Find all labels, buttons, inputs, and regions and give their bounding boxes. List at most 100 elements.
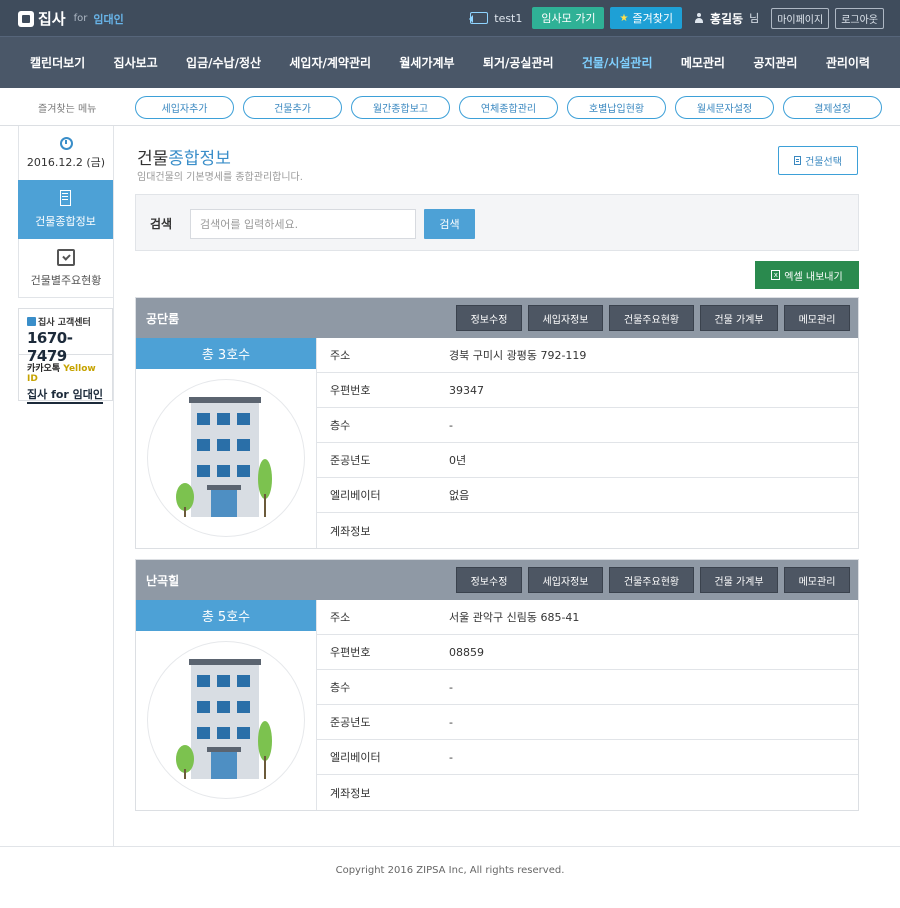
info-label: 엘리베이터 <box>330 751 381 764</box>
kakao-line: 카카오톡 Yellow ID <box>27 361 104 384</box>
select-building-label: 건물선택 <box>805 157 842 168</box>
building-name: 난곡힐 <box>146 574 180 588</box>
tenant-info-button[interactable]: 세입자정보 <box>528 305 603 331</box>
edit-info-button[interactable]: 정보수정 <box>456 567 522 593</box>
house-logo-icon <box>18 10 34 27</box>
building-illustration <box>147 379 305 537</box>
sidebar-item-building-info[interactable]: 건물종합정보 <box>18 180 113 239</box>
info-value: - <box>449 680 453 694</box>
sidebar-item-label: 건물종합정보 <box>35 215 96 228</box>
go-community-button[interactable]: 임사모 가기 <box>532 7 605 29</box>
favorite-button[interactable]: ★ 즐겨찾기 <box>610 7 682 29</box>
info-row: 우편번호 39347 <box>317 373 858 408</box>
clock-icon <box>59 136 73 150</box>
info-value: - <box>449 750 453 764</box>
nav-item[interactable]: 월세가계부 <box>399 54 454 71</box>
kakao-prefix: 카카오톡 <box>27 364 61 374</box>
excel-icon: x <box>771 270 781 280</box>
nav-item[interactable]: 세입자/계약관리 <box>289 54 371 71</box>
info-value: 경북 구미시 광평동 792-119 <box>449 349 587 362</box>
building-summary: 총 3호수 <box>136 338 316 548</box>
megaphone-icon[interactable] <box>469 12 489 24</box>
edit-info-button[interactable]: 정보수정 <box>456 305 522 331</box>
user-id: test1 <box>494 11 523 25</box>
building-ledger-button[interactable]: 건물 가계부 <box>700 567 778 593</box>
nav-item[interactable]: 관리이력 <box>826 54 870 71</box>
building-status-button[interactable]: 건물주요현황 <box>609 305 694 331</box>
favorite-item[interactable]: 호별납입현황 <box>567 96 666 119</box>
search-button[interactable]: 검색 <box>424 209 475 239</box>
favorite-item[interactable]: 건물추가 <box>243 96 342 119</box>
page-title: 건물종합정보 <box>137 144 231 169</box>
main-content: 건물종합정보 임대건물의 기본명세를 종합관리합니다. 건물선택 검색 검색 x… <box>114 126 881 846</box>
favorites-bar: 즐겨찾는 메뉴 세입자추가 건물추가 월간종합보고 연체종합관리 호별납입현황 … <box>0 88 900 126</box>
unit-count: 총 5호수 <box>136 600 316 631</box>
kakao-account-name: 집사 for 임대인 <box>27 386 104 404</box>
page-subtitle: 임대건물의 기본명세를 종합관리합니다. <box>137 172 303 183</box>
building-icon <box>60 190 71 206</box>
building-illustration-icon <box>176 659 272 779</box>
search-input[interactable] <box>190 209 416 239</box>
tenant-info-button[interactable]: 세입자정보 <box>528 567 603 593</box>
calendar-check-icon <box>57 248 75 266</box>
logout-button[interactable]: 로그아웃 <box>835 7 884 29</box>
nav-item[interactable]: 입금/수납/정산 <box>186 54 261 71</box>
info-label: 층수 <box>330 419 351 432</box>
favorite-item[interactable]: 월간종합보고 <box>351 96 450 119</box>
favorites-list: 세입자추가 건물추가 월간종합보고 연체종합관리 호별납입현황 월세문자설정 결… <box>135 96 882 119</box>
building-card-header: 공단룸 정보수정 세입자정보 건물주요현황 건물 가계부 메모관리 <box>136 298 858 338</box>
memo-button[interactable]: 메모관리 <box>784 305 850 331</box>
info-value: 없음 <box>449 489 470 502</box>
favorite-item[interactable]: 세입자추가 <box>135 96 234 119</box>
sidebar-item-building-status[interactable]: 건물별주요현황 <box>18 239 113 298</box>
info-label: 우편번호 <box>330 646 371 659</box>
excel-export-label: 엑셀 내보내기 <box>784 271 843 283</box>
user-suffix: 님 <box>749 12 760 25</box>
top-right-controls: test1 임사모 가기 ★ 즐겨찾기 홍길동 님 마이페이지 로그아웃 <box>469 7 884 29</box>
top-bar: 집사 for 임대인 test1 임사모 가기 ★ 즐겨찾기 홍길동 님 마이페… <box>0 0 900 36</box>
favorite-item[interactable]: 연체종합관리 <box>459 96 558 119</box>
info-label: 엘리베이터 <box>330 489 381 502</box>
mypage-button[interactable]: 마이페이지 <box>771 7 830 29</box>
star-icon: ★ <box>619 12 629 24</box>
unit-count: 총 3호수 <box>136 338 316 369</box>
excel-export-button[interactable]: x 엑셀 내보내기 <box>755 261 859 289</box>
select-building-button[interactable]: 건물선택 <box>778 146 858 175</box>
nav-item[interactable]: 캘린더보기 <box>30 54 85 71</box>
logo-for: for <box>73 13 88 24</box>
logo-sub: 임대인 <box>93 12 124 26</box>
favorite-item[interactable]: 결제설정 <box>783 96 882 119</box>
info-value: - <box>449 418 453 432</box>
nav-item[interactable]: 집사보고 <box>114 54 158 71</box>
logo-text: 집사 <box>38 10 66 28</box>
info-label: 준공년도 <box>330 716 371 729</box>
info-row: 엘리베이터 없음 <box>317 478 858 513</box>
building-info-table: 주소 경북 구미시 광평동 792-119 우편번호 39347 층수 - 준공년도 0… <box>316 338 858 548</box>
logo[interactable]: 집사 for 임대인 <box>18 8 124 29</box>
favorite-item[interactable]: 월세문자설정 <box>675 96 774 119</box>
document-icon <box>794 156 802 165</box>
building-card: 난곡힐 정보수정 세입자정보 건물주요현황 건물 가계부 메모관리 총 5호수 <box>135 559 859 811</box>
nav-item[interactable]: 퇴거/공실관리 <box>483 54 554 71</box>
building-ledger-button[interactable]: 건물 가계부 <box>700 305 778 331</box>
info-row: 엘리베이터 - <box>317 740 858 775</box>
nav-item[interactable]: 메모관리 <box>681 54 725 71</box>
info-label: 주소 <box>330 349 351 362</box>
building-status-button[interactable]: 건물주요현황 <box>609 567 694 593</box>
memo-button[interactable]: 메모관리 <box>784 567 850 593</box>
kakao-yellow-id-banner[interactable]: 카카오톡 Yellow ID 집사 for 임대인 <box>18 355 113 404</box>
house-logo-icon <box>27 317 36 326</box>
building-card-actions: 정보수정 세입자정보 건물주요현황 건물 가계부 메모관리 <box>456 305 850 331</box>
building-illustration-icon <box>176 397 272 517</box>
info-row: 계좌정보 <box>317 513 858 548</box>
info-row: 주소 서울 관악구 신림동 685-41 <box>317 600 858 635</box>
customer-center-banner[interactable]: 집사 고객센터 1670-7479 <box>18 308 113 365</box>
building-name: 공단룸 <box>146 312 180 326</box>
nav-item[interactable]: 공지관리 <box>753 54 797 71</box>
info-row: 주소 경북 구미시 광평동 792-119 <box>317 338 858 373</box>
footer: Copyright 2016 ZIPSA Inc, All rights res… <box>0 846 900 908</box>
info-value: 08859 <box>449 645 484 659</box>
info-label: 층수 <box>330 681 351 694</box>
building-card-body: 총 5호수 주소 서울 관악구 신림동 685-41 우편번호 08859 층수… <box>136 600 858 810</box>
nav-item-active[interactable]: 건물/시설관리 <box>582 54 653 71</box>
